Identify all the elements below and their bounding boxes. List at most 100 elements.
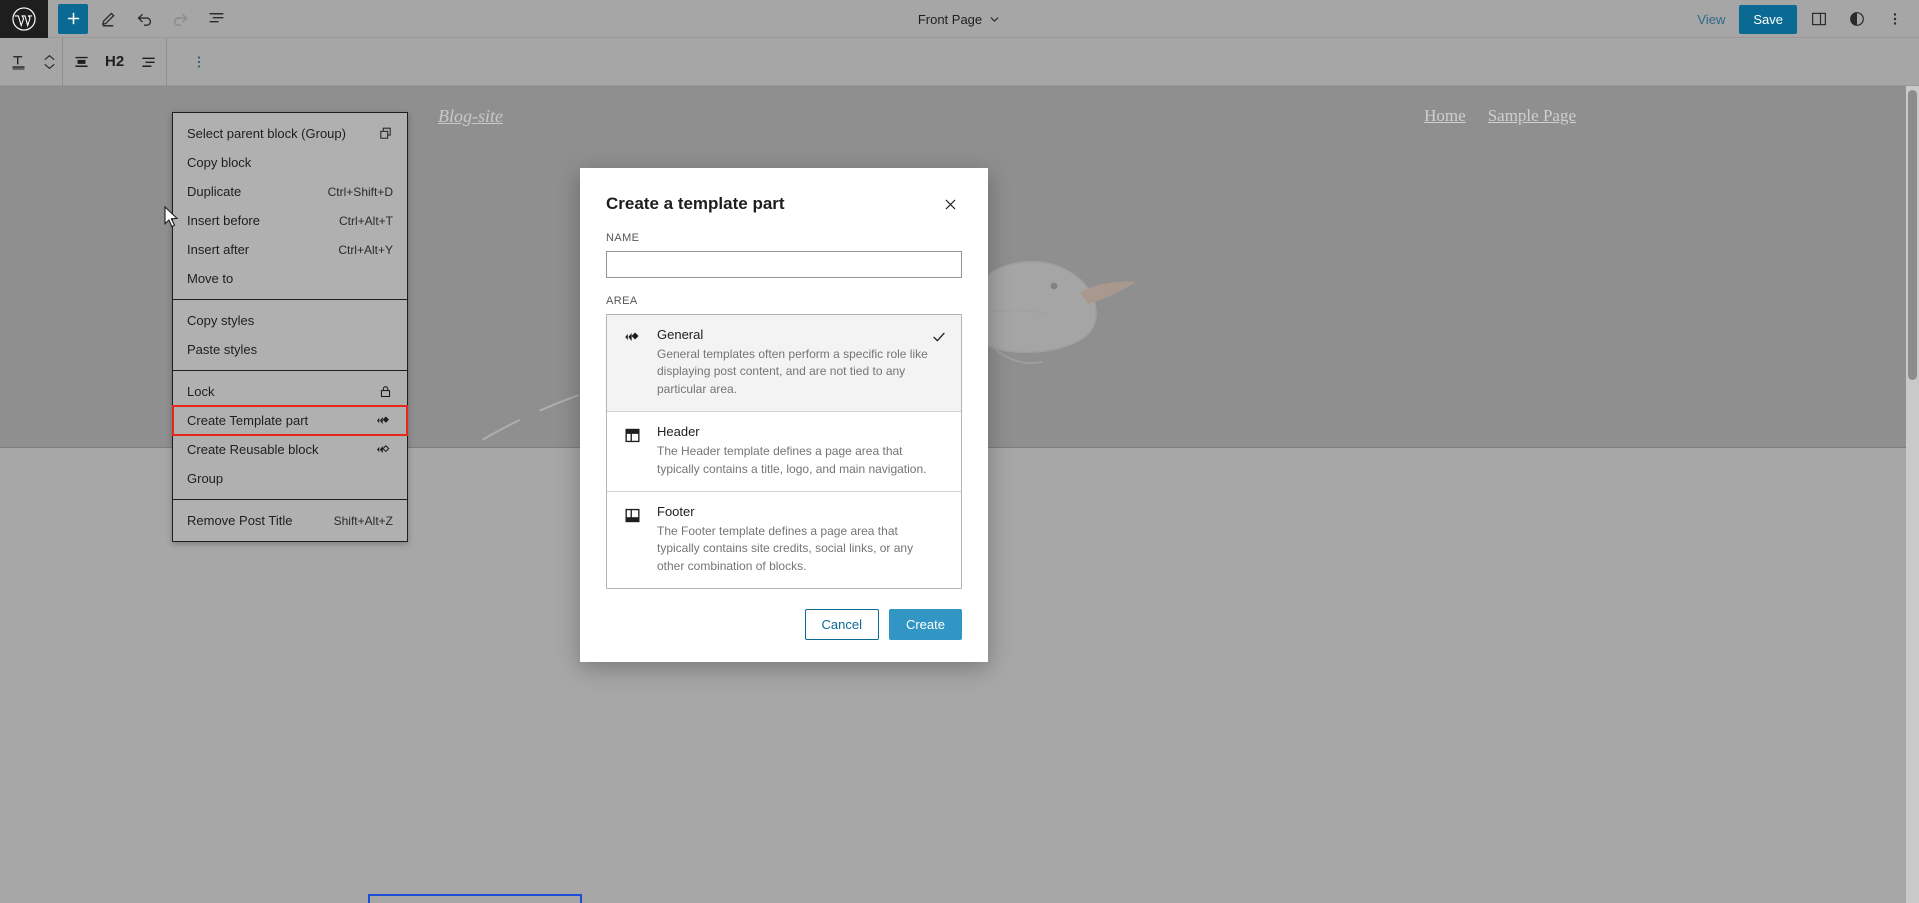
block-format-group: H2: [63, 38, 166, 86]
menu-item-label: Remove Post Title: [187, 513, 293, 528]
dialog-header: Create a template part: [580, 168, 988, 228]
options-button[interactable]: [1879, 3, 1911, 35]
context-menu-section-3: Lock Create Template part Create Reusabl…: [172, 370, 408, 499]
save-button[interactable]: Save: [1739, 4, 1797, 34]
create-template-part-dialog: Create a template part NAME AREA General…: [580, 168, 988, 663]
top-toolbar-left-tools: [48, 3, 232, 35]
menu-item-shortcut: Ctrl+Alt+T: [338, 213, 393, 228]
heading-level-button[interactable]: H2: [99, 53, 130, 70]
list-view-button[interactable]: [200, 3, 232, 35]
menu-item-remove-post-title[interactable]: Remove Post Title Shift+Alt+Z: [173, 506, 407, 535]
contrast-circle-icon: [1850, 12, 1864, 26]
lock-icon: [378, 384, 393, 399]
template-part-icon: [623, 327, 645, 350]
menu-item-group[interactable]: Group: [173, 464, 407, 493]
align-button[interactable]: [63, 42, 99, 82]
menu-item-label: Lock: [187, 384, 215, 399]
menu-item-insert-after[interactable]: Insert after Ctrl+Alt+Y: [173, 235, 407, 264]
area-option-footer[interactable]: Footer The Footer template defines a pag…: [607, 490, 961, 588]
area-option-name: Header: [657, 424, 700, 440]
mouse-cursor-icon: [164, 206, 179, 228]
menu-item-copy-styles[interactable]: Copy styles: [173, 306, 407, 335]
undo-button[interactable]: [128, 3, 160, 35]
menu-item-select-parent-block[interactable]: Select parent block (Group): [173, 119, 407, 148]
area-option-description: General templates often perform a specif…: [657, 347, 928, 396]
menu-item-create-template-part[interactable]: Create Template part: [172, 405, 408, 436]
post-title-block[interactable]: Hello world!: [368, 894, 582, 903]
dialog-footer: Cancel Create: [580, 589, 988, 662]
menu-item-label: Move to: [187, 271, 234, 286]
area-option-name: Footer: [657, 503, 695, 519]
top-toolbar: Front Page View Save: [0, 0, 1919, 38]
menu-item-duplicate[interactable]: Duplicate Ctrl+Shift+D: [173, 177, 407, 206]
close-button[interactable]: [936, 190, 964, 218]
area-option-header[interactable]: Header The Header template defines a pag…: [607, 411, 961, 491]
post-title-text[interactable]: Hello world!: [372, 896, 578, 903]
chevron-down-icon: [990, 16, 999, 22]
area-option-text: Footer The Footer template defines a pag…: [657, 504, 947, 575]
menu-item-lock[interactable]: Lock: [173, 377, 407, 406]
close-x-icon: [945, 199, 955, 209]
cancel-button[interactable]: Cancel: [804, 609, 879, 641]
block-options-button[interactable]: [181, 42, 217, 82]
name-input[interactable]: [606, 251, 962, 278]
block-toolbar: H2: [0, 37, 1919, 86]
vertical-dots-icon: [198, 55, 201, 68]
move-block-button[interactable]: [36, 42, 62, 82]
menu-item-label: Group: [187, 471, 224, 486]
area-option-general[interactable]: General General templates often perform …: [607, 315, 961, 412]
menu-item-label: Copy block: [187, 155, 252, 170]
menu-item-label: Create Reusable block: [187, 442, 319, 457]
area-option-list: General General templates often perform …: [606, 314, 962, 590]
edit-tool-button[interactable]: [92, 3, 124, 35]
nav-item-sample-page[interactable]: Sample Page: [1488, 106, 1576, 126]
document-title-area: Front Page: [0, 0, 1919, 38]
wordpress-logo-icon[interactable]: [0, 0, 48, 38]
menu-item-move-to[interactable]: Move to: [173, 264, 407, 293]
add-block-button[interactable]: [58, 3, 88, 34]
menu-item-shortcut: Ctrl+Alt+Y: [338, 242, 393, 257]
check-icon: [931, 329, 947, 350]
block-options-group: [167, 38, 217, 86]
styles-button[interactable]: [1841, 3, 1873, 35]
template-part-icon: [375, 413, 393, 428]
menu-item-shortcut: Shift+Alt+Z: [333, 513, 393, 528]
area-option-text: Header The Header template defines a pag…: [657, 424, 947, 478]
document-title-text: Front Page: [917, 11, 983, 27]
view-link[interactable]: View: [1689, 8, 1733, 31]
menu-item-label: Insert after: [187, 242, 250, 257]
menu-item-copy-block[interactable]: Copy block: [173, 148, 407, 177]
copy-blocks-icon: [378, 126, 393, 141]
area-field-label: AREA: [606, 295, 638, 307]
area-option-text: General General templates often perform …: [657, 327, 947, 398]
text-align-button[interactable]: [130, 42, 166, 82]
menu-item-create-reusable-block[interactable]: Create Reusable block: [173, 435, 407, 464]
area-option-name: General: [657, 327, 704, 342]
redo-button[interactable]: [164, 3, 196, 35]
settings-sidebar-button[interactable]: [1803, 3, 1835, 35]
menu-item-label: Duplicate: [187, 184, 242, 199]
menu-item-label: Paste styles: [187, 342, 258, 357]
context-menu-section-4: Remove Post Title Shift+Alt+Z: [173, 499, 407, 541]
create-button[interactable]: Create: [888, 609, 962, 641]
scrollbar-thumb[interactable]: [1908, 90, 1917, 380]
menu-item-paste-styles[interactable]: Paste styles: [173, 335, 407, 364]
menu-item-label: Select parent block (Group): [187, 126, 346, 141]
menu-item-label: Insert before: [187, 213, 260, 228]
document-title-dropdown[interactable]: Front Page: [918, 12, 1001, 27]
header-layout-icon: [623, 424, 645, 450]
context-menu-section-2: Copy styles Paste styles: [173, 299, 407, 370]
area-option-description: The Footer template defines a page area …: [657, 523, 914, 573]
chevron-down-icon: [44, 63, 54, 69]
footer-layout-icon: [623, 504, 645, 530]
site-title[interactable]: Blog-site: [438, 106, 503, 127]
name-field-label: NAME: [606, 232, 640, 244]
menu-item-label: Copy styles: [187, 313, 255, 328]
nav-item-home[interactable]: Home: [1424, 106, 1466, 126]
menu-item-label: Create Template part: [187, 413, 309, 428]
menu-item-shortcut: Ctrl+Shift+D: [327, 184, 393, 199]
menu-item-insert-before[interactable]: Insert before Ctrl+Alt+T: [173, 206, 407, 235]
canvas-scrollbar[interactable]: [1906, 86, 1919, 903]
vertical-dots-icon: [1893, 13, 1897, 25]
block-type-button[interactable]: [0, 42, 36, 82]
